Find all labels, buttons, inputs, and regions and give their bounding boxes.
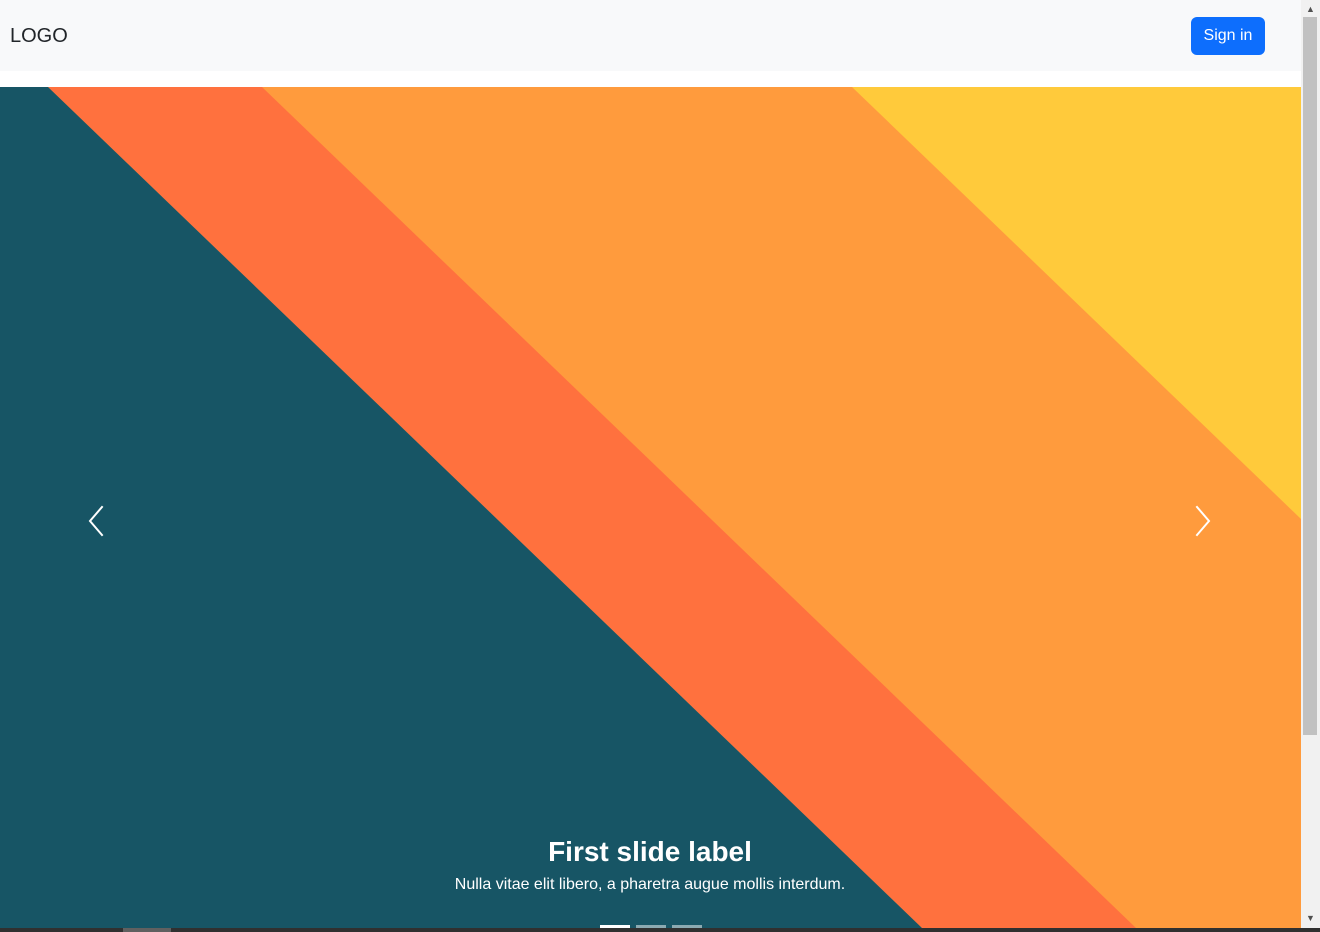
slide-artwork	[0, 87, 1301, 928]
scroll-down-icon[interactable]: ▼	[1301, 910, 1320, 926]
image-carousel: First slide label Nulla vitae elit liber…	[0, 87, 1301, 928]
top-navbar: LOGO Sign in	[0, 0, 1301, 71]
bottom-system-bar	[0, 928, 1320, 932]
browser-window: LOGO Sign in First slide label Nulla vit…	[0, 0, 1320, 932]
carousel-next-button[interactable]	[1179, 495, 1227, 547]
slide-caption-text: Nulla vitae elit libero, a pharetra augu…	[454, 876, 846, 893]
slide-caption-title: First slide label	[548, 836, 752, 867]
scrollbar-thumb[interactable]	[1303, 17, 1317, 735]
chevron-left-icon	[88, 505, 104, 537]
page-viewport: LOGO Sign in First slide label Nulla vit…	[0, 0, 1301, 928]
slide-caption: First slide label Nulla vitae elit liber…	[300, 835, 1000, 897]
vertical-scrollbar[interactable]: ▲ ▼	[1301, 0, 1320, 928]
carousel-previous-button[interactable]	[72, 495, 120, 547]
scroll-up-icon[interactable]: ▲	[1301, 1, 1320, 17]
taskbar-tab[interactable]	[123, 928, 171, 932]
logo-link[interactable]: LOGO	[10, 26, 68, 46]
chevron-right-icon	[1195, 505, 1211, 537]
sign-in-button[interactable]: Sign in	[1191, 16, 1265, 55]
